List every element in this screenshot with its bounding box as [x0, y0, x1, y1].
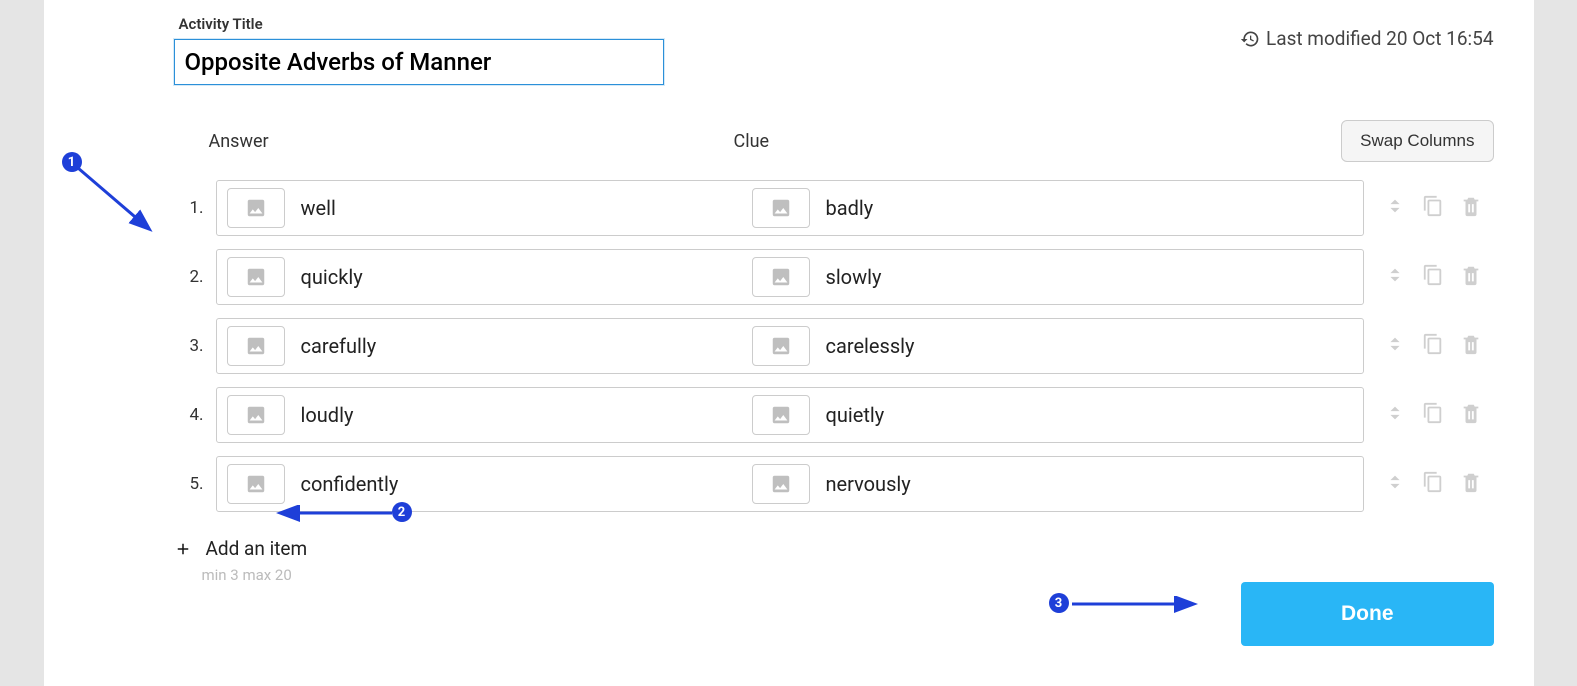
delete-button[interactable] [1460, 333, 1482, 359]
reorder-handle[interactable] [1384, 333, 1406, 359]
last-modified-text: Last modified 20 Oct 16:54 [1266, 27, 1494, 50]
table-row: 3. carefully carelessly [84, 318, 1494, 374]
callout-1: 1 [62, 152, 82, 172]
duplicate-button[interactable] [1422, 195, 1444, 221]
clue-text[interactable]: quietly [820, 403, 885, 427]
image-upload-clue[interactable] [752, 395, 810, 435]
image-upload-answer[interactable] [227, 395, 285, 435]
callout-2-arrow [274, 505, 404, 525]
image-upload-clue[interactable] [752, 257, 810, 297]
column-header-answer: Answer [209, 131, 734, 152]
table-row: 4. loudly quietly [84, 387, 1494, 443]
clue-text[interactable]: nervously [820, 472, 911, 496]
reorder-handle[interactable] [1384, 402, 1406, 428]
image-upload-answer[interactable] [227, 257, 285, 297]
swap-columns-button[interactable]: Swap Columns [1341, 120, 1493, 162]
callout-3: 3 [1049, 593, 1069, 613]
done-button[interactable]: Done [1241, 582, 1494, 646]
image-upload-clue[interactable] [752, 464, 810, 504]
add-item-button[interactable]: Add an item [174, 537, 1494, 560]
duplicate-button[interactable] [1422, 333, 1444, 359]
callout-1-arrow [70, 160, 160, 240]
duplicate-button[interactable] [1422, 402, 1444, 428]
table-row: 2. quickly slowly [84, 249, 1494, 305]
duplicate-button[interactable] [1422, 471, 1444, 497]
image-upload-clue[interactable] [752, 188, 810, 228]
reorder-handle[interactable] [1384, 471, 1406, 497]
answer-text[interactable]: quickly [295, 265, 363, 289]
delete-button[interactable] [1460, 195, 1482, 221]
row-number: 3. [174, 336, 204, 356]
row-number: 5. [174, 474, 204, 494]
history-icon [1240, 29, 1260, 49]
reorder-handle[interactable] [1384, 195, 1406, 221]
last-modified: Last modified 20 Oct 16:54 [1240, 27, 1494, 50]
image-upload-answer[interactable] [227, 188, 285, 228]
clue-text[interactable]: slowly [820, 265, 882, 289]
column-header-clue: Clue [734, 131, 1342, 152]
reorder-handle[interactable] [1384, 264, 1406, 290]
table-row: 5. confidently nervously [84, 456, 1494, 512]
add-item-label: Add an item [206, 537, 308, 560]
row-number: 4. [174, 405, 204, 425]
answer-text[interactable]: confidently [295, 472, 399, 496]
clue-text[interactable]: badly [820, 196, 874, 220]
clue-text[interactable]: carelessly [820, 334, 915, 358]
row-number: 2. [174, 267, 204, 287]
callout-2: 2 [392, 502, 412, 522]
answer-text[interactable]: loudly [295, 403, 354, 427]
answer-text[interactable]: carefully [295, 334, 377, 358]
image-upload-clue[interactable] [752, 326, 810, 366]
callout-3-arrow [1064, 596, 1204, 616]
image-upload-answer[interactable] [227, 464, 285, 504]
delete-button[interactable] [1460, 264, 1482, 290]
duplicate-button[interactable] [1422, 264, 1444, 290]
activity-title-label: Activity Title [179, 15, 1241, 33]
delete-button[interactable] [1460, 402, 1482, 428]
answer-text[interactable]: well [295, 196, 336, 220]
image-upload-answer[interactable] [227, 326, 285, 366]
row-number: 1. [174, 198, 204, 218]
table-row: 1. well badly [84, 180, 1494, 236]
activity-title-input[interactable] [174, 39, 664, 85]
delete-button[interactable] [1460, 471, 1482, 497]
plus-icon [174, 540, 192, 558]
